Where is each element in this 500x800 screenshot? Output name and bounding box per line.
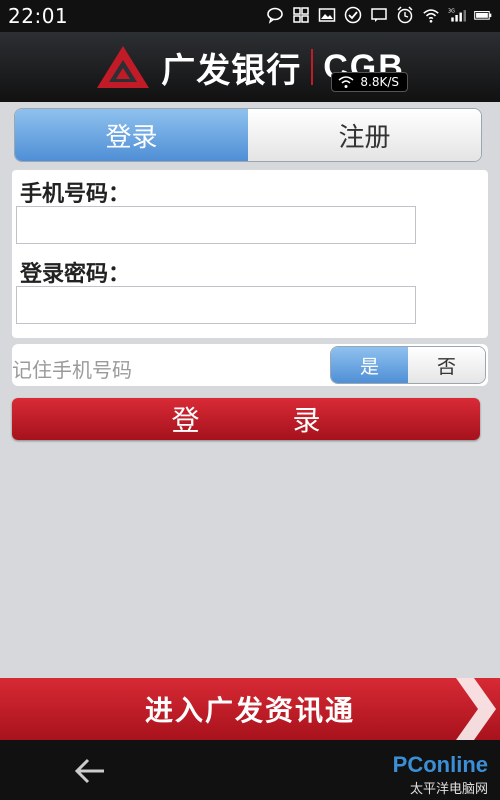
login-button[interactable]: 登 录 — [12, 398, 480, 440]
image-icon — [318, 6, 336, 24]
system-nav-bar: PConline 太平洋电脑网 — [0, 740, 500, 800]
grid-icon — [292, 6, 310, 24]
status-time: 22:01 — [8, 4, 69, 28]
login-register-tabs: 登录 注册 — [14, 108, 482, 162]
remember-phone-toggle: 是 否 — [330, 346, 486, 384]
message-icon — [370, 6, 388, 24]
logo-divider — [311, 49, 314, 85]
remember-phone-row: 记住手机号码 是 否 — [12, 344, 488, 386]
remember-no-option[interactable]: 否 — [408, 347, 485, 383]
status-bar: 22:01 3G — [0, 0, 500, 32]
network-speed-text: 8.8K/S — [360, 75, 399, 89]
watermark: PConline 太平洋电脑网 — [393, 752, 488, 797]
login-button-label: 登 录 — [171, 404, 363, 437]
wifi-speed-icon — [338, 76, 354, 88]
chevron-right-icon — [456, 678, 496, 740]
back-arrow-icon[interactable] — [74, 756, 106, 786]
phone-input[interactable] — [16, 206, 416, 244]
check-circle-icon — [344, 6, 362, 24]
alarm-icon — [396, 6, 414, 24]
network-speed-badge: 8.8K/S — [331, 72, 408, 92]
status-icons: 3G — [266, 6, 492, 24]
wifi-icon — [422, 6, 440, 24]
watermark-subtitle: 太平洋电脑网 — [409, 782, 488, 797]
info-portal-banner[interactable]: 进入广发资讯通 — [0, 678, 500, 740]
tab-login[interactable]: 登录 — [15, 109, 248, 161]
cgb-logo-icon — [97, 46, 150, 88]
remember-phone-label: 记住手机号码 — [12, 358, 132, 382]
remember-yes-option[interactable]: 是 — [331, 347, 408, 383]
svg-text:3G: 3G — [448, 9, 455, 15]
password-input[interactable] — [16, 286, 416, 324]
battery-icon — [474, 6, 492, 24]
phone-label: 手机号码： — [20, 182, 131, 207]
tab-register[interactable]: 注册 — [248, 109, 481, 161]
chat-bubble-icon — [266, 6, 284, 24]
signal-3g-icon: 3G — [448, 6, 466, 24]
login-form: 手机号码： 登录密码： — [12, 170, 488, 338]
password-label: 登录密码： — [20, 262, 131, 287]
watermark-logo: PConline — [392, 752, 488, 777]
bank-name: 广发银行 — [161, 50, 302, 91]
info-portal-label: 进入广发资讯通 — [144, 694, 355, 727]
app-header: 广发银行 CGB — [0, 32, 500, 102]
